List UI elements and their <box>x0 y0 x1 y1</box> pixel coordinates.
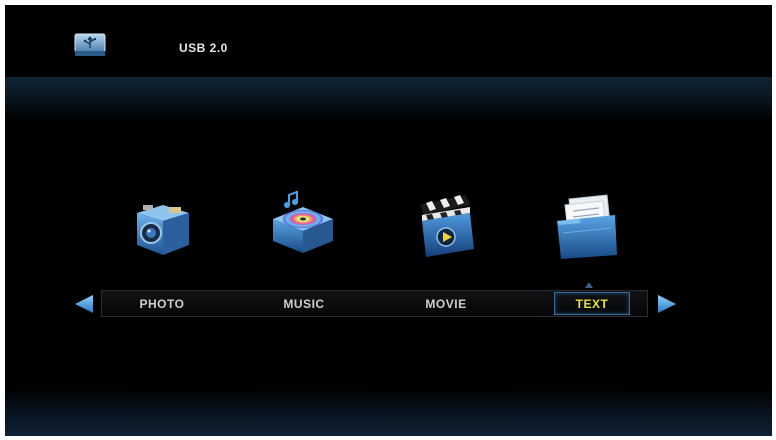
arrow-right-icon[interactable] <box>656 294 678 314</box>
menu-item-text[interactable]: TEXT <box>554 292 630 315</box>
menu-item-photo[interactable]: PHOTO <box>112 291 212 318</box>
clapperboard-icon[interactable] <box>410 191 480 261</box>
arrow-left-icon[interactable] <box>73 294 95 314</box>
document-folder-icon[interactable] <box>551 193 621 263</box>
device-label: USB 2.0 <box>179 41 228 55</box>
selection-caret-icon <box>585 282 593 288</box>
media-player-screen: USB 2.0 PHOTO MUSIC MOVIE TEXT <box>5 5 772 436</box>
header-glow-band <box>5 77 772 121</box>
camera-icon[interactable] <box>123 195 193 265</box>
music-disc-icon[interactable] <box>267 187 337 257</box>
header-bar <box>5 5 772 77</box>
menu-item-music[interactable]: MUSIC <box>254 291 354 318</box>
usb-icon <box>74 33 106 56</box>
footer-glow-band <box>5 388 772 436</box>
menu-item-movie[interactable]: MOVIE <box>396 291 496 318</box>
media-menu-bar: PHOTO MUSIC MOVIE TEXT <box>101 290 648 317</box>
